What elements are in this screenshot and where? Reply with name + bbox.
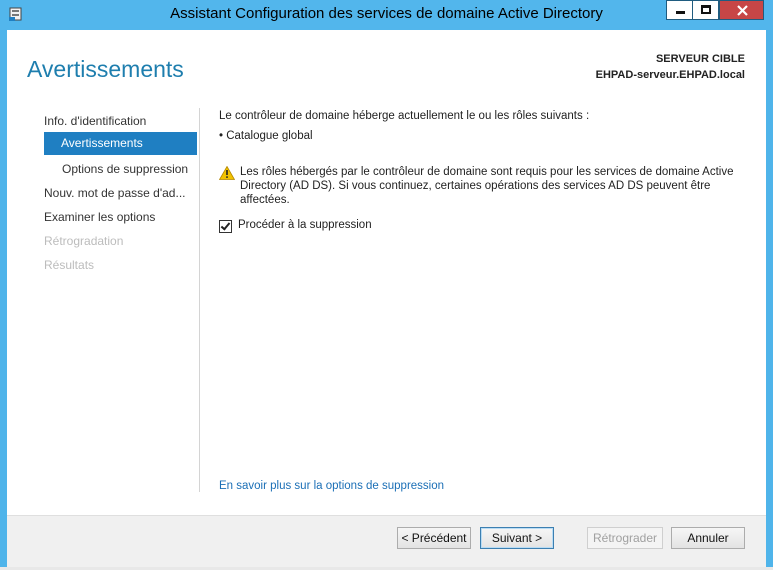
maximize-button[interactable] bbox=[692, 0, 719, 20]
demote-button: Rétrograder bbox=[587, 527, 663, 549]
checkmark-icon bbox=[220, 220, 231, 231]
nav-divider bbox=[199, 108, 200, 492]
page-title: Avertissements bbox=[27, 56, 184, 82]
title-bar[interactable]: Assistant Configuration des services de … bbox=[0, 0, 773, 30]
nav-item-review-options[interactable]: Examiner les options bbox=[44, 210, 155, 224]
wizard-footer: < Précédent Suivant > Rétrograder Annule… bbox=[7, 515, 766, 567]
role-list-item: • Catalogue global bbox=[219, 130, 313, 142]
confirm-removal-checkbox[interactable] bbox=[219, 220, 232, 233]
minimize-button[interactable] bbox=[666, 0, 692, 20]
warning-icon bbox=[219, 166, 235, 180]
minimize-icon bbox=[676, 11, 685, 14]
learn-more-link[interactable]: En savoir plus sur la options de suppres… bbox=[219, 480, 444, 492]
wizard-window: Assistant Configuration des services de … bbox=[0, 0, 773, 570]
maximize-icon bbox=[701, 5, 711, 14]
cancel-button[interactable]: Annuler bbox=[671, 527, 745, 549]
nav-item-credentials[interactable]: Info. d'identification bbox=[44, 114, 146, 128]
wizard-client-area: Avertissements SERVEUR CIBLE EHPAD-serve… bbox=[7, 30, 766, 567]
nav-item-results: Résultats bbox=[44, 258, 95, 272]
target-server-name: EHPAD-serveur.EHPAD.local bbox=[595, 69, 745, 81]
confirm-removal-label[interactable]: Procéder à la suppression bbox=[238, 219, 372, 231]
close-icon bbox=[737, 5, 748, 16]
nav-item-warnings[interactable]: Avertissements bbox=[44, 132, 197, 155]
target-server-label: SERVEUR CIBLE bbox=[655, 53, 745, 65]
previous-button[interactable]: < Précédent bbox=[397, 527, 471, 549]
nav-item-demotion: Rétrogradation bbox=[44, 234, 124, 248]
next-button[interactable]: Suivant > bbox=[480, 527, 554, 549]
window-title: Assistant Configuration des services de … bbox=[170, 5, 603, 22]
warning-message: Les rôles hébergés par le contrôleur de … bbox=[240, 166, 734, 206]
close-button[interactable] bbox=[719, 0, 764, 20]
role-name: Catalogue global bbox=[226, 130, 313, 142]
nav-item-removal-options[interactable]: Options de suppression bbox=[62, 162, 188, 176]
roles-intro-text: Le contrôleur de domaine héberge actuell… bbox=[219, 110, 590, 122]
nav-item-new-admin-password[interactable]: Nouv. mot de passe d'ad... bbox=[44, 186, 185, 200]
